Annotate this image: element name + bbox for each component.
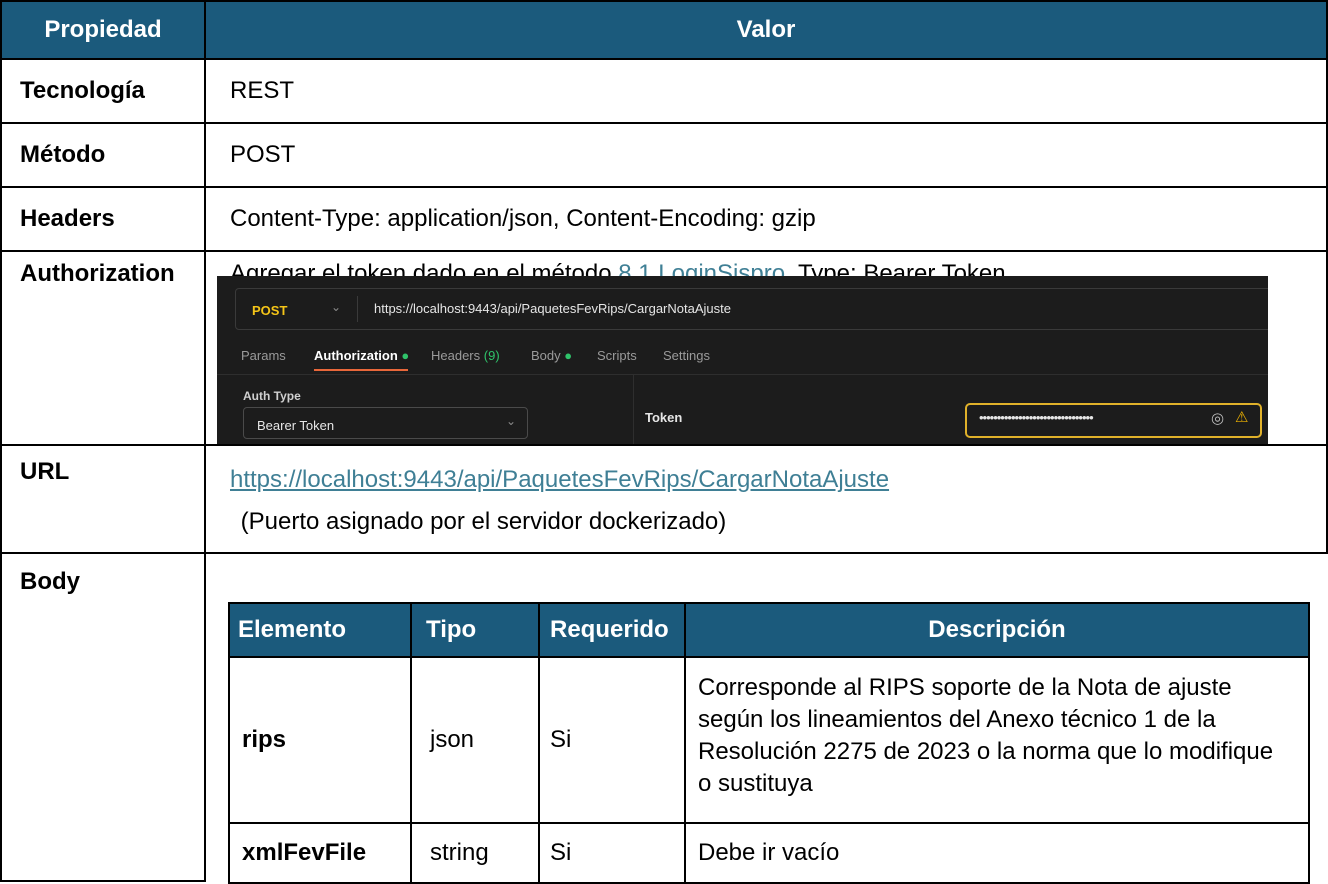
postman-tab-body[interactable]: Body ● [531, 348, 572, 363]
body-header-requerido-label: Requerido [550, 616, 669, 643]
row-headers-key-cell: Headers [0, 186, 206, 252]
body-row-rips-element-cell: rips [228, 656, 412, 824]
body-row-rips-required: Si [550, 726, 572, 753]
body-row-xml-type-cell: string [410, 822, 540, 884]
body-row-xml-element: xmlFevFile [242, 839, 367, 866]
postman-url[interactable]: https://localhost:9443/api/PaquetesFevRi… [374, 301, 731, 316]
body-row-xml-element-cell: xmlFevFile [228, 822, 412, 884]
header-valor-label: Valor [736, 16, 796, 43]
body-row-xml-description: Debe ir vacío [698, 839, 840, 866]
body-row-rips-element: rips [242, 726, 287, 753]
postman-token-value: •••••••••••••••••••••••••••••••• [979, 410, 1094, 425]
row-authorization-value-cell: Agregar el token dado en el método 8.1 L… [204, 250, 1328, 446]
endpoint-url-note: (Puerto asignado por el servidor dockeri… [234, 508, 727, 535]
postman-token-field[interactable]: •••••••••••••••••••••••••••••••• ◎ ⚠ [965, 403, 1262, 438]
body-row-rips-type: json [430, 726, 475, 753]
body-row-rips-required-cell: Si [538, 656, 686, 824]
body-row-xml-type: string [430, 839, 489, 866]
body-row-rips-type-cell: json [410, 656, 540, 824]
postman-tab-body-dot: ● [564, 348, 573, 363]
header-valor: Valor [204, 0, 1328, 60]
body-header-tipo-label: Tipo [426, 616, 477, 643]
postman-token-label: Token [645, 410, 683, 425]
row-technology-value: REST [230, 77, 295, 104]
row-technology-key-cell: Tecnología [0, 58, 206, 124]
row-technology-key: Tecnología [20, 77, 145, 104]
eye-icon[interactable]: ◎ [1211, 409, 1224, 427]
row-headers-key: Headers [20, 205, 115, 232]
row-body-key: Body [20, 568, 80, 595]
header-propiedad: Propiedad [0, 0, 206, 60]
body-header-requerido: Requerido [538, 602, 686, 658]
row-url-value-cell: https://localhost:9443/api/PaquetesFevRi… [204, 444, 1328, 554]
row-headers-value-cell: Content-Type: application/json, Content-… [204, 186, 1328, 252]
postman-auth-type-label: Auth Type [243, 389, 301, 403]
row-body-key-cell: Body [0, 552, 206, 882]
body-header-descripcion-label: Descripción [928, 616, 1066, 643]
body-row-xml-required-cell: Si [538, 822, 686, 884]
postman-screenshot: POST ⌄ https://localhost:9443/api/Paquet… [217, 276, 1268, 444]
row-authorization-key: Authorization [20, 260, 175, 287]
postman-tab-scripts[interactable]: Scripts [597, 348, 637, 363]
postman-auth-vertical-divider [633, 375, 634, 444]
postman-tab-headers-label: Headers [431, 348, 481, 363]
body-header-descripcion: Descripción [684, 602, 1310, 658]
body-row-xml-required: Si [550, 839, 572, 866]
body-header-tipo: Tipo [410, 602, 540, 658]
postman-tab-body-label: Body [531, 348, 561, 363]
warning-lock-icon: ⚠ [1235, 409, 1249, 426]
postman-tab-params[interactable]: Params [241, 348, 286, 363]
row-method-key: Método [20, 141, 106, 168]
postman-auth-type-select[interactable]: Bearer Token ⌄ [243, 407, 528, 439]
body-header-elemento-label: Elemento [238, 616, 347, 643]
row-method-value-cell: POST [204, 122, 1328, 188]
header-propiedad-label: Propiedad [44, 16, 162, 43]
postman-tab-settings[interactable]: Settings [663, 348, 710, 363]
postman-auth-divider [217, 374, 1268, 375]
postman-tab-authorization-label: Authorization [314, 348, 398, 363]
body-header-elemento: Elemento [228, 602, 412, 658]
postman-auth-type-value: Bearer Token [257, 418, 335, 433]
postman-divider [357, 296, 358, 322]
body-row-rips-description: Corresponde al RIPS soporte de la Nota d… [698, 674, 1274, 797]
row-method-key-cell: Método [0, 122, 206, 188]
body-row-xml-description-cell: Debe ir vacío [684, 822, 1310, 884]
row-url-key-cell: URL [0, 444, 206, 554]
body-row-rips-description-cell: Corresponde al RIPS soporte de la Nota d… [684, 656, 1310, 824]
row-headers-value: Content-Type: application/json, Content-… [230, 205, 816, 232]
postman-auth-type-chevron-icon: ⌄ [506, 414, 517, 428]
postman-tab-authorization[interactable]: Authorization ● [314, 348, 409, 363]
postman-tab-headers[interactable]: Headers (9) [431, 348, 500, 363]
row-url-key: URL [20, 458, 70, 485]
row-technology-value-cell: REST [204, 58, 1328, 124]
postman-method[interactable]: POST [252, 303, 287, 318]
row-authorization-key-cell: Authorization [0, 250, 206, 446]
postman-method-chevron-icon[interactable]: ⌄ [331, 300, 341, 314]
row-method-value: POST [230, 141, 296, 168]
postman-tab-headers-count: (9) [483, 348, 500, 363]
endpoint-url-link[interactable]: https://localhost:9443/api/PaquetesFevRi… [230, 466, 889, 494]
postman-tab-authorization-dot: ● [401, 348, 410, 363]
postman-active-tab-underline [314, 369, 408, 371]
